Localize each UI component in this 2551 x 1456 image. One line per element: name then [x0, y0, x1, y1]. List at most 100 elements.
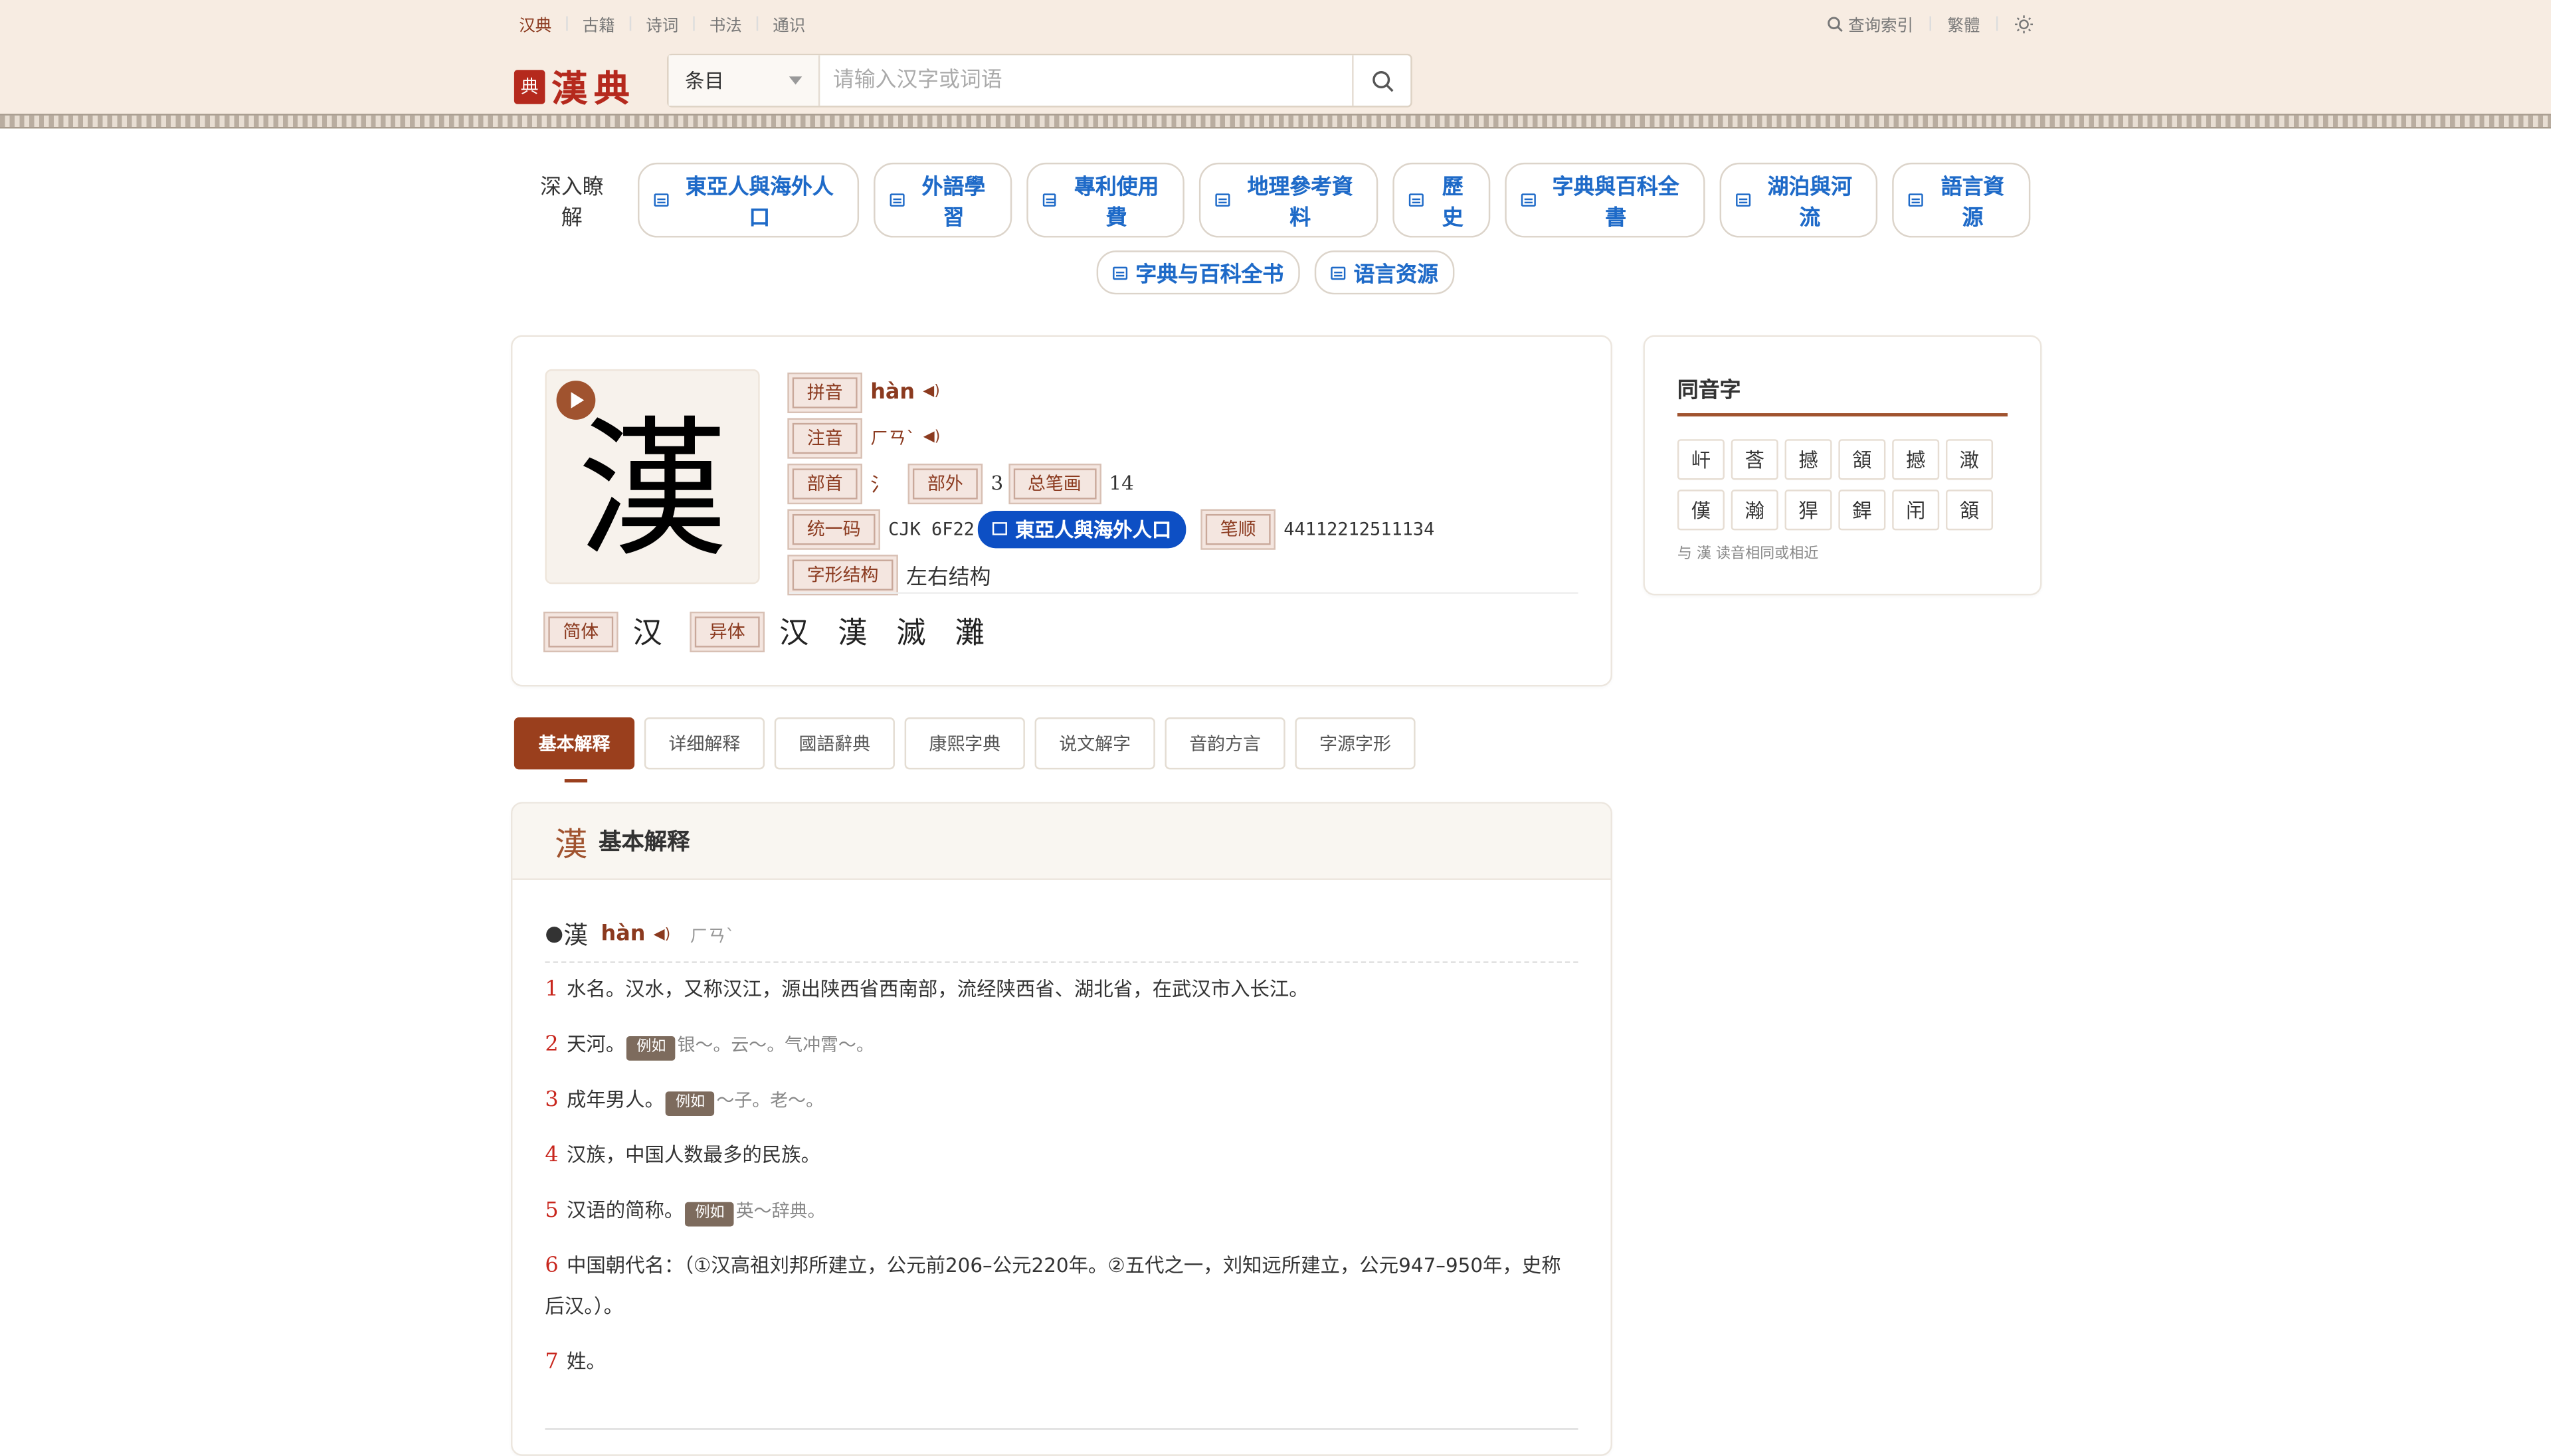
homophone-char[interactable]: 莟 — [1731, 439, 1778, 480]
explore-tag-label: 语言资源 — [1353, 263, 1438, 288]
logo-text: 漢典 — [551, 68, 636, 111]
homophone-char[interactable]: 銲 — [1838, 490, 1886, 531]
explore-tag[interactable]: 語言資源 — [1892, 162, 2031, 238]
explore-tag[interactable]: 语言资源 — [1314, 250, 1455, 295]
tab-ziyuan[interactable]: 字源字形 — [1295, 717, 1416, 770]
nav-shici[interactable]: 诗词 — [646, 11, 678, 36]
homophone-char[interactable]: 頷 — [1838, 439, 1886, 480]
example-text: ～子。老～。 — [716, 1089, 824, 1111]
total-strokes-value: 14 — [1109, 472, 1134, 495]
theme-toggle-icon[interactable] — [2014, 14, 2033, 33]
explore-tag-label: 湖泊與河流 — [1767, 175, 1852, 231]
definition-item: 4 汉族，中国人数最多的民族。 — [545, 1135, 1570, 1176]
document-icon — [1042, 193, 1057, 207]
homophone-char[interactable]: 瀚 — [1731, 490, 1778, 531]
site-logo[interactable]: 典 漢典 — [514, 60, 636, 112]
homophone-char[interactable]: 猂 — [1784, 490, 1832, 531]
tab-yinyun[interactable]: 音韵方言 — [1165, 717, 1285, 770]
top-nav: 汉典 古籍 诗词 书法 通识 — [519, 11, 805, 36]
entry-pinyin: hàn — [601, 922, 646, 947]
variant-char[interactable]: 漢 — [838, 610, 867, 652]
divider — [545, 1428, 1578, 1430]
structure-label: 字形结构 — [789, 555, 897, 593]
nav-tongshi[interactable]: 通识 — [773, 11, 805, 36]
document-icon — [1409, 193, 1424, 207]
explore-tag-label: 地理參考資料 — [1247, 175, 1353, 231]
search-category-select[interactable]: 条目 — [668, 55, 820, 106]
speaker-icon[interactable]: ◀) — [923, 384, 940, 400]
nav-separator — [629, 16, 632, 31]
explore-tag[interactable]: 地理參考資料 — [1199, 162, 1379, 238]
explore-tag-label: 外語學習 — [921, 175, 986, 231]
title-underline — [1677, 413, 2008, 416]
zhuyin-label: 注音 — [789, 418, 861, 456]
nav-separator — [756, 16, 759, 31]
homophone-char[interactable]: 頷 — [1946, 490, 1994, 531]
radical-value[interactable]: 氵 — [870, 470, 890, 498]
speaker-icon[interactable]: ◀) — [654, 927, 671, 943]
variant-char[interactable]: 汉 — [779, 610, 808, 652]
explore-tag[interactable]: 歷史 — [1393, 162, 1490, 238]
section-char: 漢 — [555, 824, 588, 864]
variant-char[interactable]: 滅 — [896, 610, 925, 652]
definition-text: 汉语的简称。 — [566, 1198, 684, 1222]
outer-strokes-label: 部外 — [909, 464, 981, 502]
nav-shufa[interactable]: 书法 — [709, 11, 742, 36]
definition-number: 4 — [545, 1143, 559, 1168]
homophone-char[interactable]: 撼 — [1892, 439, 1940, 480]
nav-separator — [693, 16, 695, 31]
search-input[interactable] — [820, 55, 1353, 106]
definition-text: 汉族，中国人数最多的民族。 — [566, 1143, 821, 1166]
play-stroke-animation-icon[interactable] — [556, 381, 596, 420]
structure-value: 左右结构 — [906, 565, 991, 590]
explore-tag-label: 字典與百科全書 — [1552, 175, 1679, 231]
homophone-char[interactable]: 傼 — [1677, 490, 1725, 531]
explore-tag-label: 字典与百科全书 — [1135, 263, 1284, 288]
search-icon — [1371, 70, 1393, 92]
simplified-char[interactable]: 汉 — [633, 610, 662, 652]
entry-zhuyin: ㄏㄢˋ — [690, 925, 735, 947]
explore-tag-label: 東亞人與海外人口 — [685, 175, 834, 231]
speaker-icon[interactable]: ◀) — [923, 430, 941, 446]
homophone-char[interactable]: 澉 — [1946, 439, 1994, 480]
nav-guji[interactable]: 古籍 — [583, 11, 615, 36]
search-button[interactable] — [1352, 55, 1410, 106]
tab-detailed[interactable]: 详细解释 — [644, 717, 765, 770]
decorative-border — [0, 114, 2551, 129]
nav-separator — [1996, 16, 1998, 31]
explore-tag[interactable]: 湖泊與河流 — [1719, 162, 1878, 238]
definition-item: 3 成年男人。 例如 ～子。老～。 — [545, 1080, 1570, 1121]
variant-char[interactable]: 灘 — [955, 610, 985, 652]
tab-guoyu[interactable]: 國語辭典 — [774, 717, 895, 770]
explore-tag[interactable]: 外語學習 — [873, 162, 1012, 238]
definition-text: 成年男人。 — [566, 1088, 664, 1111]
index-link[interactable]: 查询索引 — [1827, 11, 1913, 36]
pinyin-label: 拼音 — [789, 373, 861, 411]
explore-tag[interactable]: 字典與百科全書 — [1504, 162, 1705, 238]
traditional-toggle[interactable]: 繁體 — [1947, 11, 1980, 36]
logo-seal: 典 — [514, 69, 545, 104]
tab-basic[interactable]: 基本解释 — [514, 717, 635, 782]
example-text: 英～辞典。 — [735, 1200, 826, 1222]
site-header: 汉典 古籍 诗词 书法 通识 查询索引 繁體 典 漢典 条目 — [0, 0, 2551, 114]
homophone-char[interactable]: 闬 — [1892, 490, 1940, 531]
homophones-title: 同音字 — [1677, 379, 1741, 404]
homophone-char[interactable]: 屽 — [1677, 439, 1725, 480]
radical-label: 部首 — [789, 464, 861, 502]
tab-shuowen[interactable]: 说文解字 — [1034, 717, 1155, 770]
explore-tag-label: 語言資源 — [1940, 175, 2005, 231]
explore-pill-label: 東亞人與海外人口 — [1015, 518, 1172, 541]
explore-pill[interactable]: 東亞人與海外人口 — [977, 509, 1186, 548]
explore-tag[interactable]: 字典与百科全书 — [1096, 250, 1300, 295]
explore-tag[interactable]: 東亞人與海外人口 — [638, 162, 859, 238]
explore-tag-label: 歷史 — [1442, 175, 1464, 231]
nav-handian[interactable]: 汉典 — [519, 11, 551, 36]
section-title: 基本解释 — [599, 829, 690, 856]
homophone-char[interactable]: 撼 — [1784, 439, 1832, 480]
document-icon — [1909, 193, 1923, 207]
definition-item: 6 中国朝代名：（①汉高祖刘邦所建立，公元前206–公元220年。②五代之一，刘知… — [545, 1246, 1570, 1327]
tab-kangxi[interactable]: 康熙字典 — [904, 717, 1025, 770]
bullet-icon: ● — [545, 922, 564, 947]
explore-tag[interactable]: 專利使用費 — [1026, 162, 1185, 238]
homophones-note: 与 漢 读音相同或相近 — [1677, 546, 1819, 563]
